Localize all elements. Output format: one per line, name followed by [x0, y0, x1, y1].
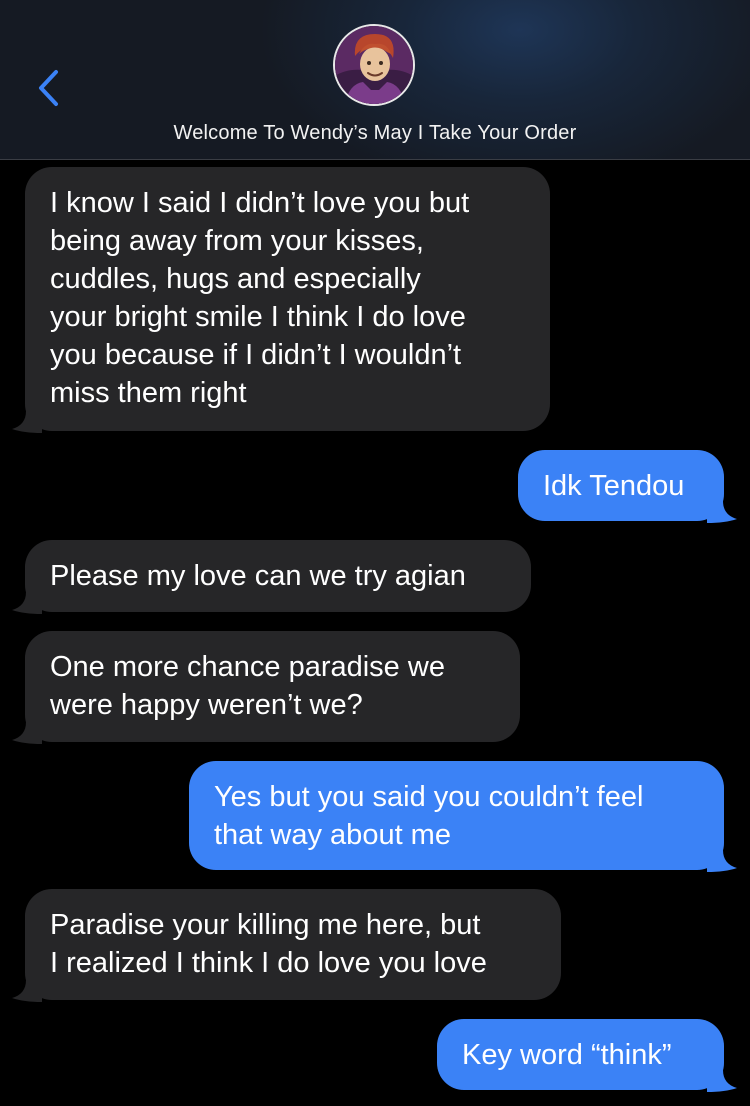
message-bubble-incoming[interactable]: Paradise your killing me here, but I rea… [12, 889, 561, 1002]
message-text-line: being away from your kisses, [50, 225, 424, 257]
message-bubble-outgoing[interactable]: Yes but you said you couldn’t feel that … [189, 761, 737, 872]
message-bubble-outgoing[interactable]: Idk Tendou [518, 450, 737, 523]
avatar-image [335, 26, 413, 104]
conversation-header: Welcome To Wendy’s May I Take Your Order [0, 0, 750, 160]
message-bubble-incoming[interactable]: One more chance paradise we were happy w… [12, 631, 520, 744]
message-text-line: your bright smile I think I do love [50, 301, 466, 333]
bubble-tail-icon [12, 722, 42, 744]
message-text-line: One more chance paradise we [50, 651, 445, 683]
chevron-left-icon [39, 70, 58, 106]
contact-avatar[interactable] [333, 24, 415, 106]
bubble-tail-icon [707, 501, 737, 523]
message-text-line: Idk Tendou [543, 470, 685, 502]
bubble-tail-icon [12, 592, 42, 614]
bubble-tail-icon [707, 1070, 737, 1092]
message-text-line: were happy weren’t we? [50, 689, 363, 721]
message-text-line: Please my love can we try agian [50, 560, 466, 592]
message-text-line: Paradise your killing me here, but [50, 909, 481, 941]
bubble-tail-icon [12, 411, 42, 433]
message-text-line: I know I said I didn’t love you but [50, 187, 470, 219]
message-text-line: you because if I didn’t I wouldn’t [50, 339, 462, 371]
message-text-line: miss them right [50, 377, 247, 409]
message-text-line: Key word “think” [462, 1039, 672, 1071]
message-bubble-incoming[interactable]: Please my love can we try agian [12, 540, 531, 614]
bubble-tail-icon [12, 980, 42, 1002]
bubble-tail-icon [707, 850, 737, 872]
message-text-line: Yes but you said you couldn’t feel [214, 781, 644, 813]
message-bubble-incoming[interactable]: I know I said I didn’t love you but bein… [12, 167, 550, 433]
message-bubble-outgoing[interactable]: Key word “think” [437, 1019, 737, 1092]
message-text-line: I realized I think I do love you love [50, 947, 487, 979]
message-text-line: cuddles, hugs and especially [50, 263, 421, 295]
back-button[interactable] [30, 66, 66, 110]
contact-name[interactable]: Welcome To Wendy’s May I Take Your Order [0, 122, 750, 145]
message-text-line: that way about me [214, 819, 451, 851]
